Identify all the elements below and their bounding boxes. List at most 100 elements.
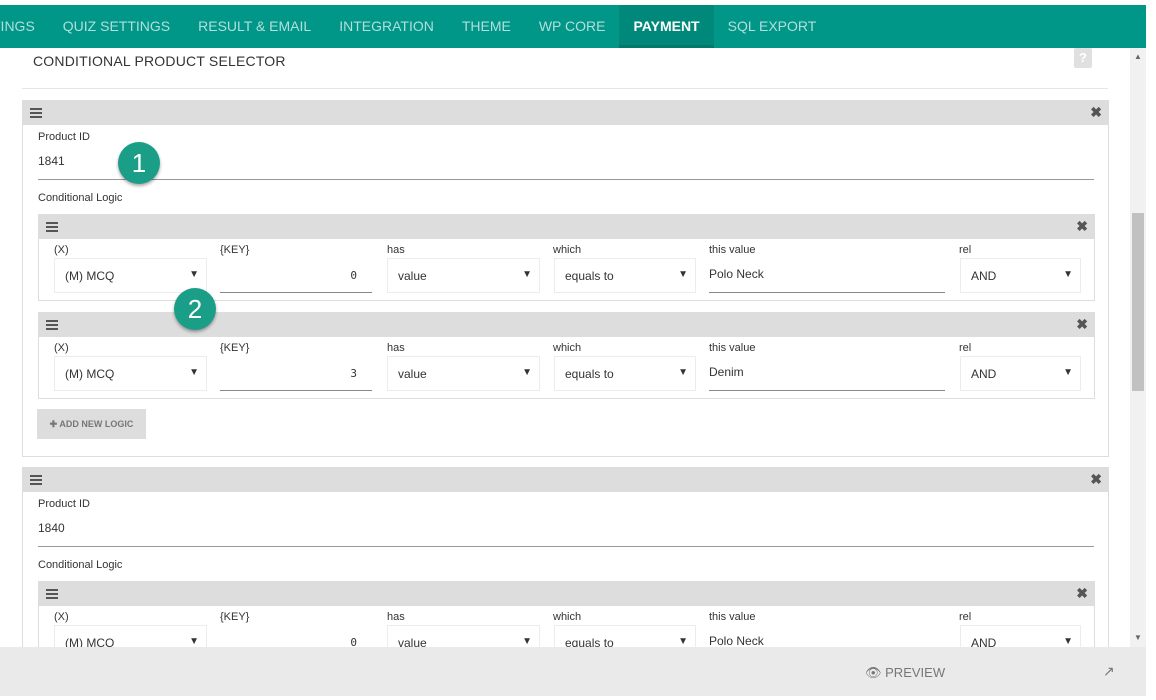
rel-label: rel bbox=[959, 244, 972, 256]
x-select[interactable]: (M) MCQ ▼ bbox=[54, 356, 207, 391]
rel-label: rel bbox=[959, 342, 972, 354]
remove-product-icon[interactable]: ✖ bbox=[1090, 471, 1102, 488]
drag-handle-icon[interactable] bbox=[46, 589, 58, 599]
dropdown-arrow-icon: ▼ bbox=[678, 367, 688, 378]
this-value-label: this value bbox=[709, 342, 756, 354]
key-label: {KEY} bbox=[220, 611, 250, 623]
key-label: {KEY} bbox=[220, 244, 250, 256]
dropdown-arrow-icon: ▼ bbox=[189, 367, 199, 378]
dropdown-arrow-icon: ▼ bbox=[189, 636, 199, 647]
which-select[interactable]: equals to ▼ bbox=[554, 356, 696, 391]
remove-logic-icon[interactable]: ✖ bbox=[1076, 218, 1088, 235]
has-select[interactable]: value ▼ bbox=[387, 625, 540, 647]
preview-label: PREVIEW bbox=[885, 665, 946, 680]
drag-handle-icon[interactable] bbox=[46, 320, 58, 330]
product-item: ✖ Product ID 1840 Conditional Logic ✖ (X… bbox=[22, 467, 1109, 647]
key-input[interactable]: 0 bbox=[220, 258, 372, 293]
which-select[interactable]: equals to ▼ bbox=[554, 625, 696, 647]
x-select-value: (M) MCQ bbox=[65, 636, 115, 647]
key-input[interactable]: 0 bbox=[220, 625, 372, 647]
which-label: which bbox=[553, 611, 582, 623]
tab-wp-core[interactable]: WP CORE bbox=[525, 5, 620, 48]
tab-sql-export[interactable]: SQL EXPORT bbox=[714, 5, 831, 48]
product-id-underline bbox=[38, 546, 1094, 547]
external-link-icon[interactable]: ↗ bbox=[1103, 663, 1115, 680]
rel-select[interactable]: AND ▼ bbox=[960, 258, 1081, 293]
remove-product-icon[interactable]: ✖ bbox=[1090, 104, 1102, 121]
product-item: ✖ Product ID 1841 Conditional Logic ✖ (X… bbox=[22, 100, 1109, 457]
tab-settings[interactable]: TINGS bbox=[0, 5, 49, 48]
which-select-value: equals to bbox=[565, 636, 614, 647]
annotation-badge-2: 2 bbox=[174, 288, 216, 330]
remove-logic-icon[interactable]: ✖ bbox=[1076, 585, 1088, 602]
dropdown-arrow-icon: ▼ bbox=[678, 636, 688, 647]
product-id-label: Product ID bbox=[38, 131, 90, 143]
drag-handle-icon[interactable] bbox=[30, 108, 42, 118]
x-label: (X) bbox=[54, 611, 69, 623]
this-value-label: this value bbox=[709, 611, 756, 623]
divider bbox=[22, 88, 1108, 89]
has-select-value: value bbox=[398, 367, 427, 381]
has-select-value: value bbox=[398, 269, 427, 283]
rel-label: rel bbox=[959, 611, 972, 623]
tab-integration[interactable]: INTEGRATION bbox=[325, 5, 448, 48]
rel-select-value: AND bbox=[971, 636, 997, 647]
product-id-input[interactable]: 1840 bbox=[38, 521, 1094, 547]
vertical-scrollbar[interactable]: ▲ ▼ bbox=[1130, 48, 1146, 647]
drag-handle-icon[interactable] bbox=[46, 222, 58, 232]
key-label: {KEY} bbox=[220, 342, 250, 354]
dropdown-arrow-icon: ▼ bbox=[522, 269, 532, 280]
this-value-input[interactable]: Denim bbox=[709, 356, 945, 391]
x-select-value: (M) MCQ bbox=[65, 269, 115, 283]
rel-select-value: AND bbox=[971, 269, 997, 283]
product-id-underline bbox=[38, 179, 1094, 180]
has-select[interactable]: value ▼ bbox=[387, 356, 540, 391]
product-item-header[interactable]: ✖ bbox=[23, 468, 1108, 492]
this-value-input[interactable]: Polo Neck bbox=[709, 625, 945, 647]
dropdown-arrow-icon: ▼ bbox=[1063, 367, 1073, 378]
annotation-badge-1: 1 bbox=[118, 142, 160, 184]
has-select[interactable]: value ▼ bbox=[387, 258, 540, 293]
this-value-label: this value bbox=[709, 244, 756, 256]
conditional-logic-label: Conditional Logic bbox=[38, 559, 123, 571]
x-label: (X) bbox=[54, 342, 69, 354]
rel-select-value: AND bbox=[971, 367, 997, 381]
add-new-logic-button[interactable]: ✚ ADD NEW LOGIC bbox=[37, 409, 146, 439]
has-label: has bbox=[387, 611, 405, 623]
dropdown-arrow-icon: ▼ bbox=[522, 367, 532, 378]
logic-row: ✖ (X) {KEY} has which this value rel (M)… bbox=[38, 581, 1095, 647]
which-label: which bbox=[553, 244, 582, 256]
dropdown-arrow-icon: ▼ bbox=[1063, 269, 1073, 280]
bottom-edge bbox=[0, 696, 1156, 700]
preview-button[interactable]: 👁 PREVIEW bbox=[865, 665, 945, 681]
footer-bar: 👁 PREVIEW ↗ bbox=[0, 647, 1146, 696]
rel-select[interactable]: AND ▼ bbox=[960, 625, 1081, 647]
dropdown-arrow-icon: ▼ bbox=[678, 269, 688, 280]
tab-theme[interactable]: THEME bbox=[448, 5, 525, 48]
eye-icon: 👁 bbox=[865, 665, 882, 680]
tab-quiz-settings[interactable]: QUIZ SETTINGS bbox=[49, 5, 184, 48]
settings-tab-bar: TINGS QUIZ SETTINGS RESULT & EMAIL INTEG… bbox=[0, 5, 1146, 48]
remove-logic-icon[interactable]: ✖ bbox=[1076, 316, 1088, 333]
logic-row-header[interactable]: ✖ bbox=[39, 582, 1094, 606]
scroll-up-icon[interactable]: ▲ bbox=[1130, 49, 1146, 65]
this-value-input[interactable]: Polo Neck bbox=[709, 258, 945, 293]
rel-select[interactable]: AND ▼ bbox=[960, 356, 1081, 391]
tab-payment[interactable]: PAYMENT bbox=[619, 5, 714, 48]
x-select[interactable]: (M) MCQ ▼ bbox=[54, 258, 207, 293]
help-icon[interactable]: ? bbox=[1074, 48, 1092, 68]
tab-result-email[interactable]: RESULT & EMAIL bbox=[184, 5, 325, 48]
key-input[interactable]: 3 bbox=[220, 356, 372, 391]
which-label: which bbox=[553, 342, 582, 354]
x-select[interactable]: (M) MCQ ▼ bbox=[54, 625, 207, 647]
has-label: has bbox=[387, 342, 405, 354]
product-id-input[interactable]: 1841 bbox=[38, 154, 1094, 180]
dropdown-arrow-icon: ▼ bbox=[522, 636, 532, 647]
product-item-header[interactable]: ✖ bbox=[23, 101, 1108, 125]
scrollbar-thumb[interactable] bbox=[1132, 213, 1144, 391]
scroll-down-icon[interactable]: ▼ bbox=[1130, 630, 1146, 646]
has-select-value: value bbox=[398, 636, 427, 647]
drag-handle-icon[interactable] bbox=[30, 475, 42, 485]
which-select[interactable]: equals to ▼ bbox=[554, 258, 696, 293]
logic-row-header[interactable]: ✖ bbox=[39, 215, 1094, 239]
